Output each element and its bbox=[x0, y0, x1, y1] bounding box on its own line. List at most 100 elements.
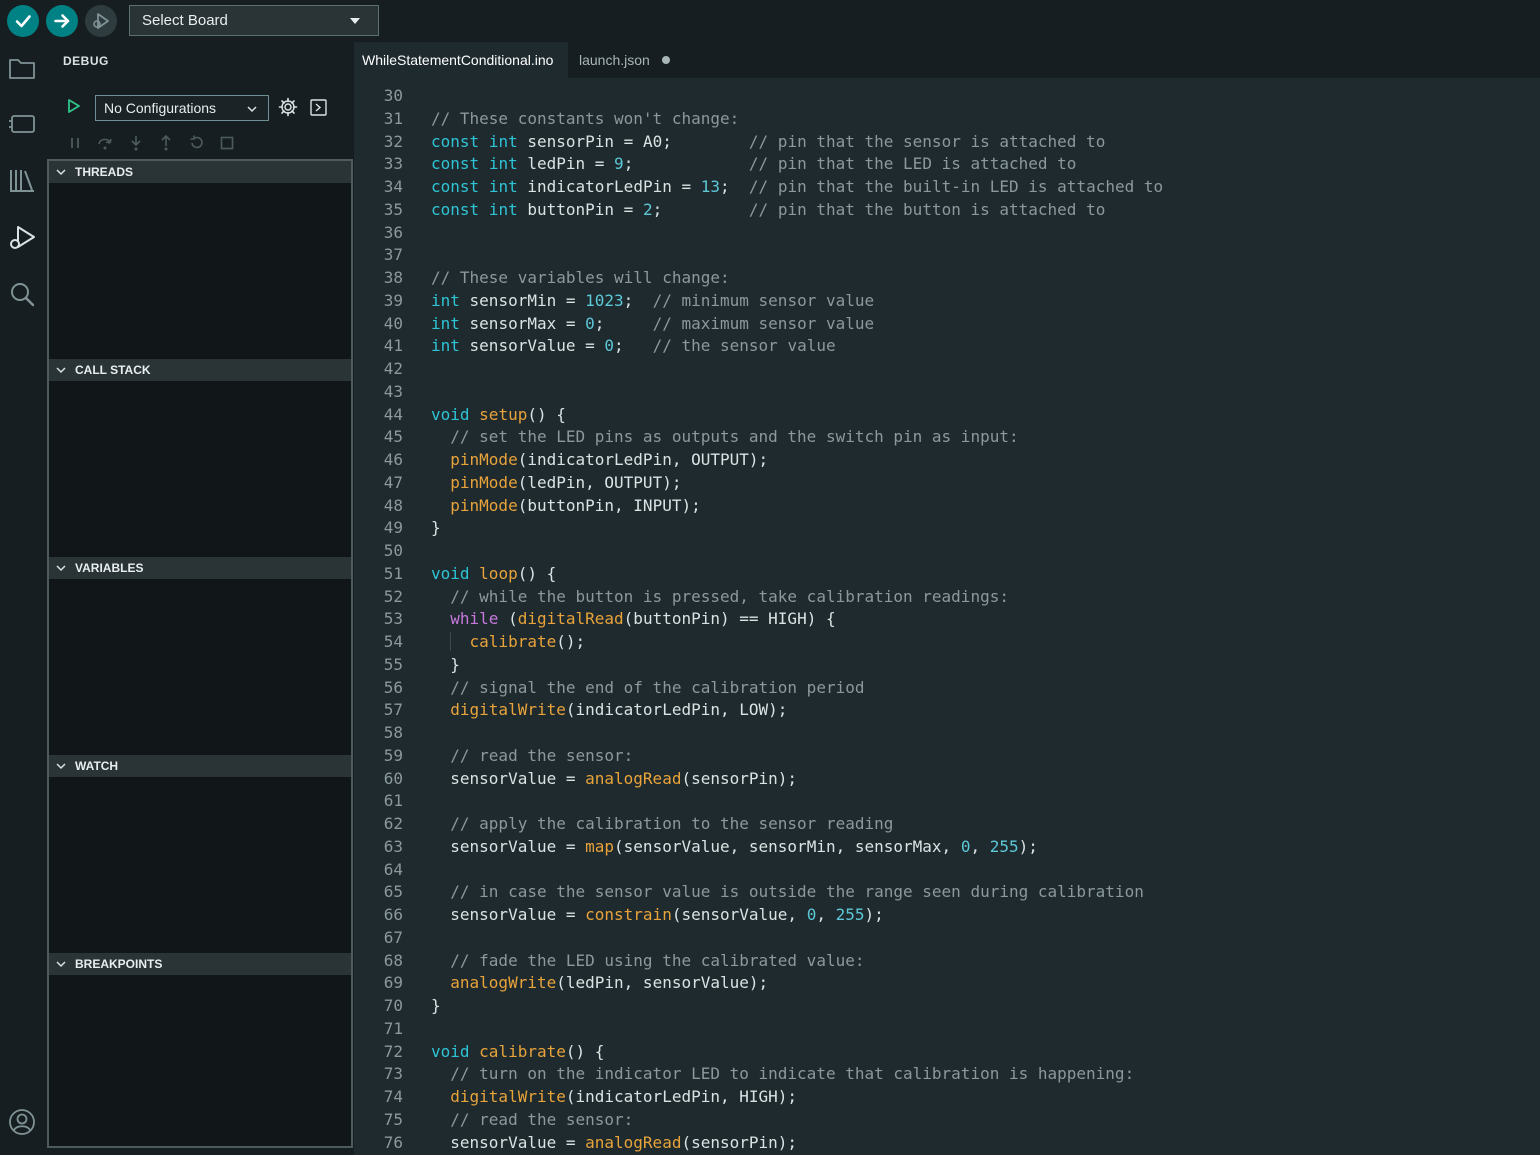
board-icon[interactable] bbox=[6, 108, 38, 140]
restart-icon[interactable] bbox=[188, 134, 206, 152]
code-text: sensorValue = analogRead(sensorPin); bbox=[431, 768, 798, 788]
code-line[interactable]: 38 // These variables will change: bbox=[354, 266, 1540, 289]
code-editor: WhileStatementConditional.ino launch.jso… bbox=[354, 42, 1540, 1155]
code-line[interactable]: 59 // read the sensor: bbox=[354, 744, 1540, 767]
line-number: 43 bbox=[383, 381, 403, 401]
section-header-call-stack[interactable]: CALL STACK bbox=[49, 359, 351, 381]
stop-icon[interactable] bbox=[218, 134, 236, 152]
code-line[interactable]: 40 int sensorMax = 0; // maximum sensor v… bbox=[354, 312, 1540, 335]
debug-config-select[interactable]: No Configurations bbox=[95, 95, 269, 121]
tab-sketch-file[interactable]: WhileStatementConditional.ino bbox=[354, 42, 568, 78]
debug-icon[interactable] bbox=[6, 222, 38, 254]
code-line[interactable]: 39 int sensorMin = 1023; // minimum senso… bbox=[354, 289, 1540, 312]
code-line[interactable]: 45 // set the LED pins as outputs and th… bbox=[354, 425, 1540, 448]
code-line[interactable]: 75 // read the sensor: bbox=[354, 1108, 1540, 1131]
code-line[interactable]: 30 bbox=[354, 84, 1540, 107]
line-number: 58 bbox=[383, 723, 403, 742]
code-line[interactable]: 68 // fade the LED using the calibrated … bbox=[354, 949, 1540, 972]
upload-button[interactable] bbox=[46, 5, 78, 37]
section-header-threads[interactable]: THREADS bbox=[49, 161, 351, 183]
code-line[interactable]: 71 bbox=[354, 1017, 1540, 1040]
code-line[interactable]: 53 while (digitalRead(buttonPin) == HIGH… bbox=[354, 607, 1540, 630]
code-area[interactable]: 30 31 // These constants won't change: 32 co… bbox=[354, 78, 1540, 1155]
verify-button[interactable] bbox=[7, 5, 39, 37]
code-line[interactable]: 62 // apply the calibration to the senso… bbox=[354, 812, 1540, 835]
code-text: int sensorMax = 0; // maximum sensor val… bbox=[431, 313, 875, 333]
board-select[interactable]: Select Board bbox=[129, 5, 379, 36]
code-text: sensorValue = constrain(sensorValue, 0, … bbox=[431, 905, 884, 924]
code-line[interactable]: 56 // signal the end of the calibration … bbox=[354, 676, 1540, 699]
code-line[interactable]: 32 const int sensorPin = A0; // pin that … bbox=[354, 130, 1540, 153]
code-line[interactable]: 67 bbox=[354, 926, 1540, 949]
code-line[interactable]: 55 } bbox=[354, 653, 1540, 676]
code-line[interactable]: 76 sensorValue = analogRead(sensorPin); bbox=[354, 1131, 1540, 1154]
code-text: // apply the calibration to the sensor r… bbox=[450, 814, 894, 833]
code-line[interactable]: 41 int sensorValue = 0; // the sensor val… bbox=[354, 334, 1540, 357]
code-text: const int buttonPin = 2; // pin that the… bbox=[431, 199, 1106, 219]
code-line[interactable]: 52 // while the button is pressed, take … bbox=[354, 585, 1540, 608]
code-line[interactable]: 48 pinMode(buttonPin, INPUT); bbox=[354, 494, 1540, 517]
section-body bbox=[49, 579, 351, 755]
code-line[interactable]: 70} bbox=[354, 994, 1540, 1017]
section-body bbox=[49, 975, 351, 1146]
top-toolbar: Select Board bbox=[0, 0, 1540, 42]
account-icon[interactable] bbox=[6, 1106, 38, 1138]
code-line[interactable]: 74 digitalWrite(indicatorLedPin, HIGH); bbox=[354, 1085, 1540, 1108]
tab-launch-json[interactable]: launch.json bbox=[570, 42, 680, 78]
code-line[interactable]: 61 bbox=[354, 789, 1540, 812]
section-body bbox=[49, 381, 351, 557]
code-line[interactable]: 43 bbox=[354, 380, 1540, 403]
code-line[interactable]: 58 bbox=[354, 721, 1540, 744]
pause-icon[interactable] bbox=[66, 134, 84, 152]
unsaved-dot-icon[interactable] bbox=[661, 56, 670, 64]
code-text: void setup() { bbox=[431, 404, 566, 424]
section-header-breakpoints[interactable]: BREAKPOINTS bbox=[49, 953, 351, 975]
section-body bbox=[49, 183, 351, 359]
section-label: VARIABLES bbox=[75, 561, 144, 575]
library-icon[interactable] bbox=[6, 164, 38, 196]
code-line[interactable]: 50 bbox=[354, 539, 1540, 562]
code-line[interactable]: 60 sensorValue = analogRead(sensorPin); bbox=[354, 767, 1540, 790]
line-number: 57 bbox=[383, 700, 403, 720]
step-over-icon[interactable] bbox=[96, 134, 114, 152]
code-line[interactable]: 69 analogWrite(ledPin, sensorValue); bbox=[354, 971, 1540, 994]
section-header-watch[interactable]: WATCH bbox=[49, 755, 351, 777]
gear-icon[interactable] bbox=[278, 97, 298, 117]
code-line[interactable]: 65 // in case the sensor value is outsid… bbox=[354, 880, 1540, 903]
search-icon[interactable] bbox=[6, 278, 38, 310]
code-line[interactable]: 33 const int ledPin = 9; // pin that the … bbox=[354, 152, 1540, 175]
code-text: const int sensorPin = A0; // pin that th… bbox=[431, 131, 1106, 151]
code-line[interactable]: 72 void calibrate() { bbox=[354, 1040, 1540, 1063]
code-line[interactable]: 42 bbox=[354, 357, 1540, 380]
code-text: // turn on the indicator LED to indicate… bbox=[450, 1064, 1135, 1084]
line-number: 45 bbox=[383, 427, 403, 447]
code-line[interactable]: 51 void loop() { bbox=[354, 562, 1540, 585]
code-line[interactable]: 66 sensorValue = constrain(sensorValue, … bbox=[354, 903, 1540, 926]
start-debugging-button[interactable] bbox=[66, 98, 82, 114]
code-line[interactable]: 63 sensorValue = map(sensorValue, sensor… bbox=[354, 835, 1540, 858]
code-line[interactable]: 37 bbox=[354, 243, 1540, 266]
code-line[interactable]: 64 bbox=[354, 858, 1540, 881]
code-line[interactable]: 54 calibrate(); bbox=[354, 630, 1540, 653]
step-out-icon[interactable] bbox=[157, 134, 175, 152]
code-line[interactable]: 35 const int buttonPin = 2; // pin that t… bbox=[354, 198, 1540, 221]
debug-button[interactable] bbox=[85, 5, 117, 37]
code-line[interactable]: 46 pinMode(indicatorLedPin, OUTPUT); bbox=[354, 448, 1540, 471]
code-line[interactable]: 73 // turn on the indicator LED to indic… bbox=[354, 1062, 1540, 1085]
code-line[interactable]: 34 const int indicatorLedPin = 13; // pin… bbox=[354, 175, 1540, 198]
folder-icon[interactable] bbox=[6, 52, 38, 84]
line-number: 64 bbox=[383, 859, 403, 879]
line-number: 75 bbox=[383, 1109, 403, 1129]
line-number: 68 bbox=[383, 950, 403, 970]
code-line[interactable]: 49} bbox=[354, 516, 1540, 539]
code-line[interactable]: 31 // These constants won't change: bbox=[354, 107, 1540, 130]
code-line[interactable]: 36 bbox=[354, 221, 1540, 244]
code-text: calibrate(); bbox=[469, 632, 586, 651]
section-header-variables[interactable]: VARIABLES bbox=[49, 557, 351, 579]
code-line[interactable]: 44 void setup() { bbox=[354, 403, 1540, 426]
code-line[interactable]: 57 digitalWrite(indicatorLedPin, LOW); bbox=[354, 698, 1540, 721]
line-number: 66 bbox=[383, 905, 403, 924]
debug-console-icon[interactable] bbox=[310, 99, 327, 116]
step-into-icon[interactable] bbox=[127, 134, 145, 152]
code-line[interactable]: 47 pinMode(ledPin, OUTPUT); bbox=[354, 471, 1540, 494]
